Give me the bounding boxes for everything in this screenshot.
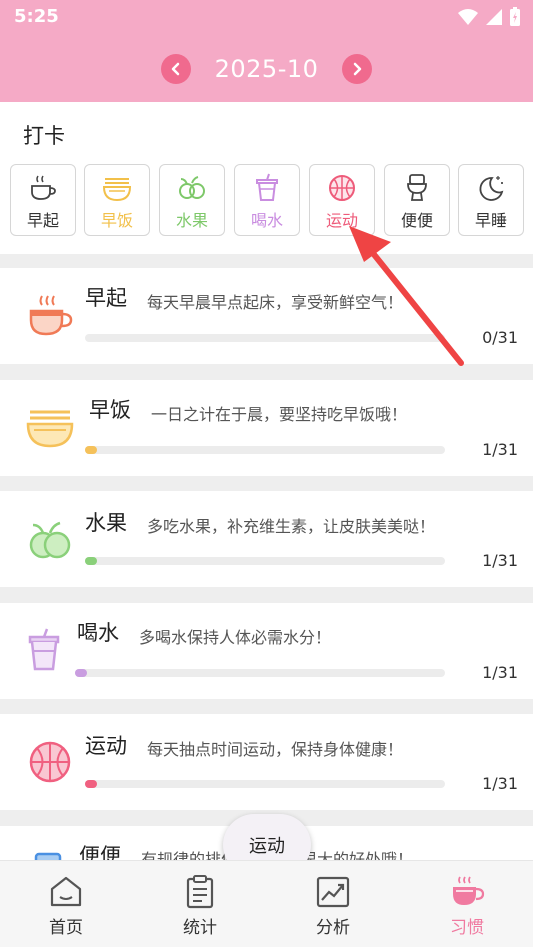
habit-count: 1/31 — [482, 440, 518, 459]
habit-name: 喝水 — [77, 621, 119, 645]
current-month: 2025-10 — [214, 55, 319, 83]
checkin-chip-wake-early[interactable]: 早起 — [10, 164, 76, 236]
nav-tab-home[interactable]: 首页 — [26, 875, 106, 938]
habit-card-wake-early[interactable]: 早起 每天早晨早点起床，享受新鲜空气！ 0/31 — [0, 268, 533, 364]
habit-description: 每天抽点时间运动，保持身体健康！ — [147, 740, 404, 759]
chip-label: 运动 — [325, 211, 358, 230]
habit-progress-fill — [75, 669, 87, 677]
ball-icon — [327, 171, 357, 205]
status-icons — [457, 6, 521, 28]
habit-description: 多喝水保持人体必需水分！ — [139, 628, 332, 647]
habit-count: 1/31 — [482, 663, 518, 682]
signal-icon — [486, 9, 502, 25]
next-month-button[interactable] — [342, 54, 373, 84]
habit-progress-track — [85, 334, 445, 342]
toilet-icon — [403, 171, 431, 205]
battery-icon — [510, 7, 520, 26]
toilet-icon — [22, 848, 74, 860]
habit-count: 0/31 — [482, 328, 518, 347]
noodle-bowl-icon — [24, 402, 76, 454]
habit-progress-fill — [85, 446, 97, 454]
noodle-bowl-icon — [101, 171, 133, 205]
habit-description: 多吃水果，补充维生素，让皮肤美美哒！ — [147, 517, 436, 536]
home-icon — [50, 876, 82, 907]
habit-description: 一日之计在于晨，要坚持吃早饭哦！ — [151, 405, 408, 424]
app-header: 5:25 2025-10 — [0, 0, 533, 102]
chip-label: 早饭 — [100, 211, 133, 230]
checkin-chip-exercise[interactable]: 运动 — [309, 164, 375, 236]
habit-progress-fill — [85, 557, 97, 565]
drink-cup-icon — [18, 625, 70, 677]
habit-progress-track — [85, 446, 445, 454]
cup-icon — [28, 171, 58, 205]
bottom-navigation: 首页 统计 分析 习惯 — [0, 860, 533, 947]
nav-label: 首页 — [49, 918, 83, 938]
habit-progress-track — [85, 557, 445, 565]
habit-count: 1/31 — [482, 551, 518, 570]
wifi-icon — [458, 9, 478, 25]
habit-name: 早饭 — [89, 398, 131, 422]
clipboard-icon — [186, 875, 214, 909]
habit-name: 运动 — [85, 734, 127, 758]
habit-card-breakfast[interactable]: 早饭 一日之计在于晨，要坚持吃早饭哦！ 1/31 — [0, 380, 533, 476]
habit-card-water[interactable]: 喝水 多喝水保持人体必需水分！ 1/31 — [0, 603, 533, 699]
checkin-chip-breakfast[interactable]: 早饭 — [84, 164, 150, 236]
nav-label: 习惯 — [450, 918, 484, 938]
habit-description: 每天早晨早点起床，享受新鲜空气！ — [147, 293, 404, 312]
checkin-title: 打卡 — [23, 124, 65, 148]
chevron-left-icon — [171, 62, 179, 76]
drink-cup-icon — [253, 171, 281, 205]
habit-name: 便便 — [79, 844, 121, 860]
checkin-chip-sleep-early[interactable]: 早睡 — [458, 164, 524, 236]
habit-name: 早起 — [85, 286, 127, 310]
fruit-icon — [177, 171, 207, 205]
checkin-chip-water[interactable]: 喝水 — [234, 164, 300, 236]
checkin-panel: 打卡 早起 早饭 水果 喝水 运动 便便 早睡 — [0, 102, 533, 254]
checkin-chip-fruit[interactable]: 水果 — [159, 164, 225, 236]
ball-icon — [24, 736, 76, 788]
habit-progress-track — [75, 669, 445, 677]
previous-month-button[interactable] — [160, 54, 191, 84]
habit-name: 水果 — [85, 511, 127, 535]
nav-label: 统计 — [183, 918, 217, 938]
month-switcher: 2025-10 — [0, 52, 533, 86]
fruit-icon — [24, 513, 76, 565]
habit-card-fruit[interactable]: 水果 多吃水果，补充维生素，让皮肤美美哒！ 1/31 — [0, 491, 533, 587]
habit-progress-fill — [85, 780, 97, 788]
checkin-chip-toilet[interactable]: 便便 — [384, 164, 450, 236]
chart-icon — [316, 876, 350, 908]
chip-label: 喝水 — [250, 211, 283, 230]
chip-label: 水果 — [175, 211, 208, 230]
habit-progress-track — [85, 780, 445, 788]
nav-label: 分析 — [316, 918, 350, 938]
moon-icon — [476, 171, 506, 205]
nav-tab-statistics[interactable]: 统计 — [160, 875, 240, 938]
chevron-right-icon — [354, 62, 362, 76]
habit-card-exercise[interactable]: 运动 每天抽点时间运动，保持身体健康！ 1/31 — [0, 714, 533, 810]
nav-tab-habits[interactable]: 习惯 — [427, 875, 507, 938]
habit-count: 1/31 — [482, 774, 518, 793]
chip-label: 便便 — [400, 211, 433, 230]
nav-tab-analysis[interactable]: 分析 — [293, 875, 373, 938]
coffee-cup-icon — [24, 290, 76, 342]
status-time: 5:25 — [14, 6, 59, 27]
chip-label: 早起 — [26, 211, 59, 230]
coffee-cup-icon — [453, 876, 485, 905]
chip-label: 早睡 — [474, 211, 507, 230]
